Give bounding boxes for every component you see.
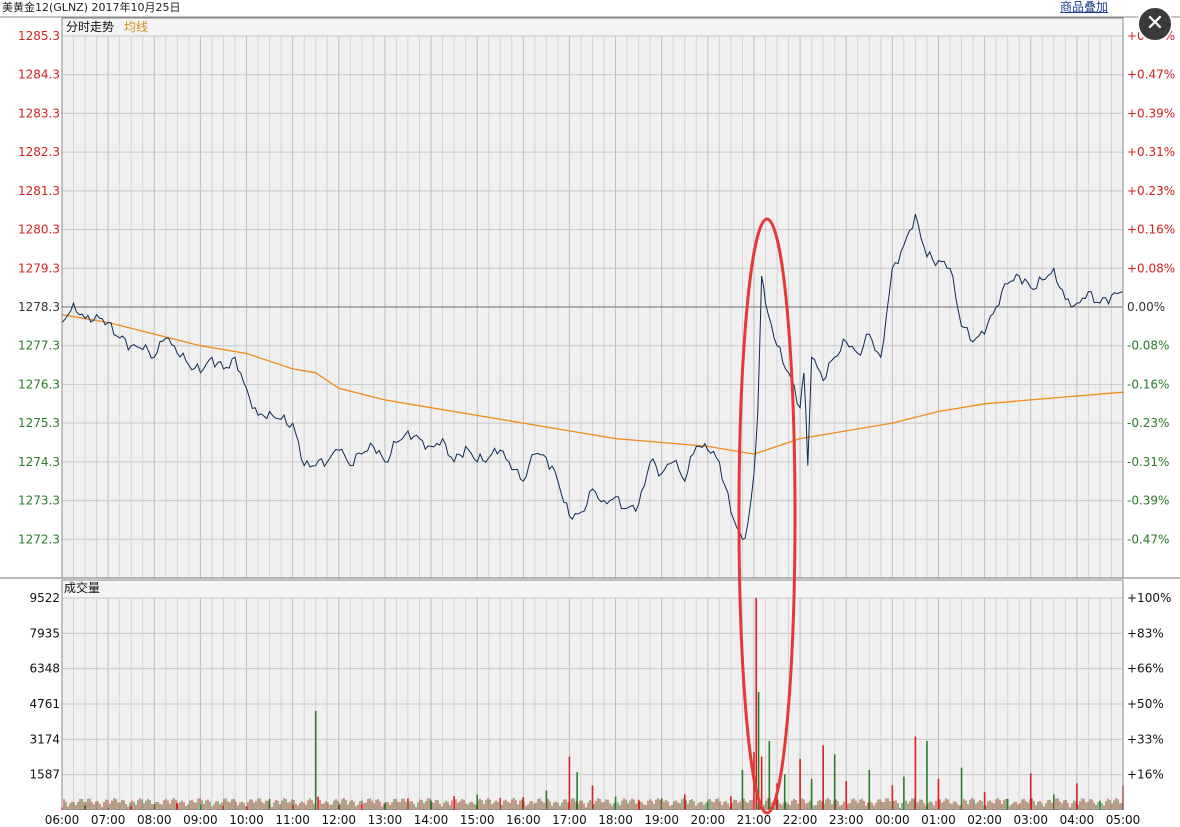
time-tick-label: 03:00 [1013,813,1048,827]
volume-percent-label: +66% [1127,662,1164,676]
percent-tick-label: +0.47% [1127,68,1175,82]
price-tick-label: 1273.3 [18,494,60,508]
percent-tick-label: +0.31% [1127,145,1175,159]
volume-tick-label: 9522 [29,591,60,605]
price-panel-label: 分时走势 [66,20,115,34]
volume-tick-label: 1587 [29,768,60,782]
volume-percent-label: +100% [1127,591,1171,605]
price-tick-label: 1282.3 [18,145,60,159]
time-tick-label: 20:00 [691,813,726,827]
volume-percent-label: +83% [1127,626,1164,640]
price-header-bar [62,18,1123,36]
overlay-commodity-button[interactable]: 商品叠加 [1060,0,1108,15]
volume-tick-label: 7935 [29,626,60,640]
time-tick-label: 18:00 [598,813,633,827]
percent-tick-label: +0.16% [1127,223,1175,237]
percent-tick-label: -0.39% [1127,494,1169,508]
time-tick-label: 12:00 [321,813,356,827]
price-tick-label: 1280.3 [18,223,60,237]
volume-header-bar [62,580,1123,598]
volume-percent-label: +33% [1127,732,1164,746]
time-tick-label: 01:00 [921,813,956,827]
price-tick-label: 1279.3 [18,261,60,275]
percent-tick-label: +0.08% [1127,261,1175,275]
time-tick-label: 02:00 [967,813,1002,827]
price-tick-label: 1284.3 [18,68,60,82]
time-tick-label: 04:00 [1060,813,1095,827]
percent-tick-label: +0.23% [1127,184,1175,198]
time-tick-label: 17:00 [552,813,587,827]
price-tick-label: 1281.3 [18,184,60,198]
close-icon[interactable]: ✕ [1137,6,1173,42]
price-tick-label: 1285.3 [18,29,60,43]
time-tick-label: 22:00 [783,813,818,827]
volume-percent-label: +50% [1127,697,1164,711]
volume-tick-label: 4761 [29,697,60,711]
time-tick-label: 16:00 [506,813,541,827]
percent-tick-label: -0.31% [1127,455,1169,469]
time-tick-label: 23:00 [829,813,864,827]
chart-canvas: 1285.3+0.55%1284.3+0.47%1283.3+0.39%1282… [0,0,1180,827]
x-axis-bar [0,810,1180,827]
time-tick-label: 13:00 [368,813,403,827]
percent-tick-label: -0.08% [1127,339,1169,353]
time-tick-label: 07:00 [91,813,126,827]
volume-percent-label: +16% [1127,768,1164,782]
percent-tick-label: -0.23% [1127,416,1169,430]
time-tick-label: 15:00 [460,813,495,827]
price-tick-label: 1272.3 [18,532,60,546]
time-tick-label: 05:00 [1106,813,1141,827]
price-tick-label: 1275.3 [18,416,60,430]
percent-tick-label: -0.47% [1127,532,1169,546]
time-tick-label: 06:00 [45,813,80,827]
price-tick-label: 1277.3 [18,339,60,353]
time-tick-label: 00:00 [875,813,910,827]
price-tick-label: 1278.3 [18,300,60,314]
percent-tick-label: +0.39% [1127,106,1175,120]
price-tick-label: 1283.3 [18,106,60,120]
percent-tick-label: 0.00% [1127,300,1165,314]
time-tick-label: 21:00 [737,813,772,827]
volume-tick-label: 3174 [29,732,60,746]
time-tick-label: 19:00 [644,813,679,827]
volume-tick-label: 6348 [29,662,60,676]
time-tick-label: 08:00 [137,813,172,827]
time-tick-label: 09:00 [183,813,218,827]
instrument-title: 美黄金12(GLNZ) 2017年10月25日 [2,1,181,14]
time-tick-label: 10:00 [229,813,264,827]
time-tick-label: 11:00 [275,813,310,827]
price-tick-label: 1274.3 [18,455,60,469]
volume-panel-label: 成交量 [64,581,101,595]
avg-line-label: 均线 [124,20,149,34]
price-tick-label: 1276.3 [18,377,60,391]
time-tick-label: 14:00 [414,813,449,827]
percent-tick-label: -0.16% [1127,377,1169,391]
